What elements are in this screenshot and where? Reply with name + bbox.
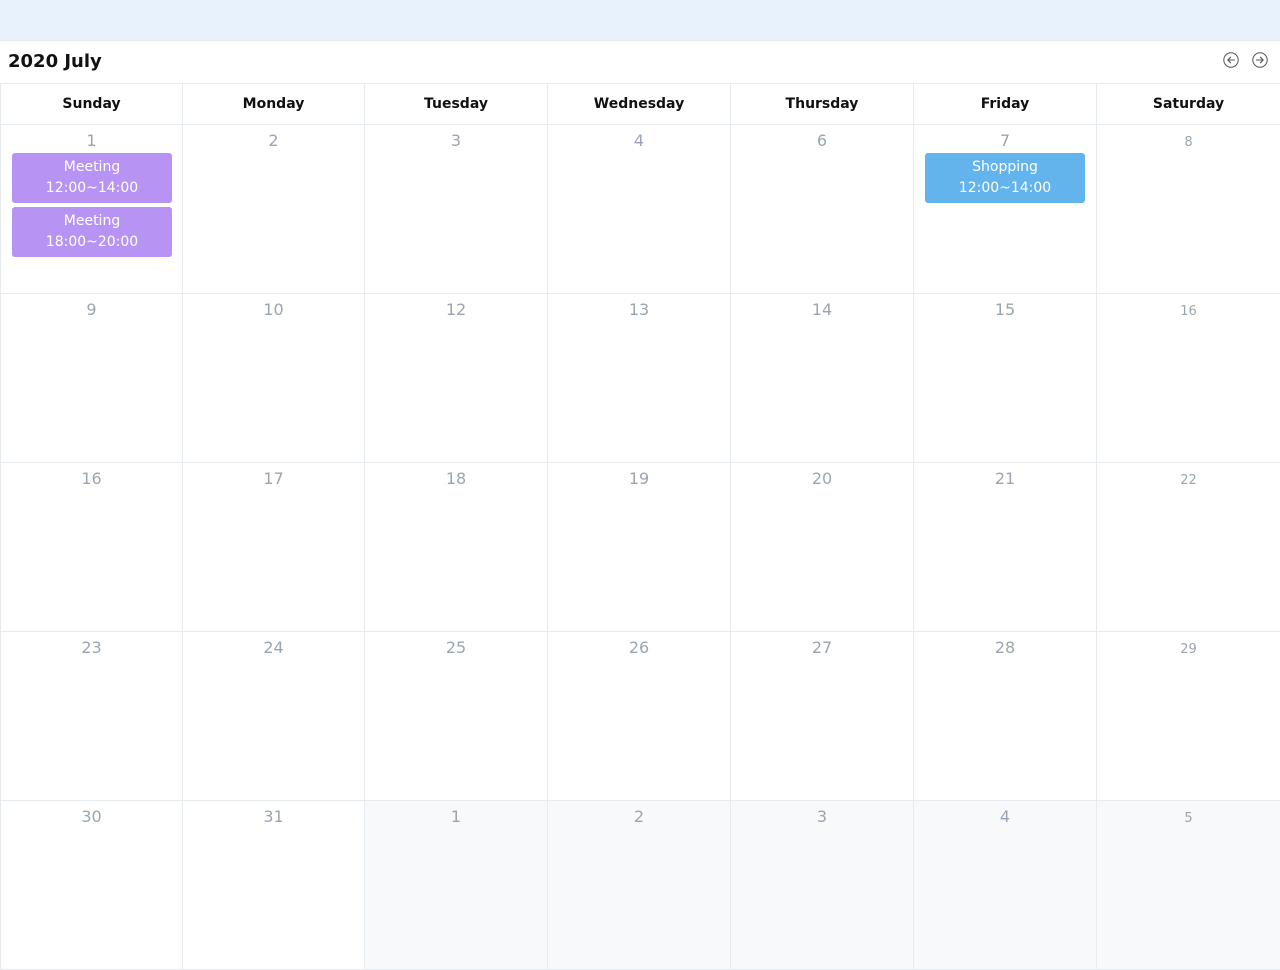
day-cell[interactable]: 19 [547, 463, 730, 632]
day-number: 2 [633, 807, 645, 826]
day-cell[interactable]: 13 [547, 294, 730, 463]
day-cell[interactable]: 9 [0, 294, 182, 463]
day-number: 25 [445, 638, 467, 657]
day-cell[interactable]: 14 [730, 294, 913, 463]
top-bar [0, 0, 1280, 40]
day-cell[interactable]: 5 [1096, 801, 1280, 970]
day-cell[interactable]: 20 [730, 463, 913, 632]
day-number: 16 [81, 469, 102, 488]
day-number: 18 [445, 469, 467, 488]
day-number: 13 [628, 300, 650, 319]
day-cell[interactable]: 24 [182, 632, 364, 801]
day-cell[interactable]: 4 [547, 125, 730, 294]
weekday-header: Tuesday [364, 84, 547, 124]
day-cell[interactable]: 25 [364, 632, 547, 801]
day-number: 14 [811, 300, 833, 319]
day-number: 4 [633, 131, 645, 150]
day-number: 26 [628, 638, 650, 657]
event-block[interactable]: Shopping 12:00~14:00 [925, 153, 1085, 203]
day-cell[interactable]: 3 [730, 801, 913, 970]
day-number: 23 [81, 638, 102, 657]
day-cell[interactable]: 31 [182, 801, 364, 970]
day-number: 30 [81, 807, 102, 826]
arrow-right-circle-icon[interactable] [1252, 52, 1268, 68]
day-cell[interactable]: 30 [0, 801, 182, 970]
calendar: 2020 July Sunday Monday Tuesday Wednesday Th… [0, 40, 1280, 970]
day-cell[interactable]: 21 [913, 463, 1096, 632]
day-cell[interactable]: 10 [182, 294, 364, 463]
event-title: Meeting [63, 159, 121, 175]
weekday-header: Thursday [730, 84, 913, 124]
day-number: 16 [1180, 304, 1197, 319]
weekday-header: Saturday [1096, 84, 1280, 124]
day-cell[interactable]: 15 [913, 294, 1096, 463]
day-number: 10 [263, 300, 284, 319]
event-time: 18:00~20:00 [45, 234, 139, 250]
day-cell[interactable]: 4 [913, 801, 1096, 970]
day-number: 24 [263, 638, 284, 657]
day-cell[interactable]: 22 [1096, 463, 1280, 632]
day-cell[interactable]: 16 [1096, 294, 1280, 463]
day-number: 31 [263, 807, 284, 826]
event-time: 12:00~14:00 [958, 180, 1052, 196]
day-number: 1 [86, 131, 97, 150]
day-cell[interactable]: 6 [730, 125, 913, 294]
day-cell[interactable]: 16 [0, 463, 182, 632]
day-number: 6 [816, 131, 828, 150]
day-number: 29 [1180, 642, 1197, 657]
day-number: 4 [999, 807, 1011, 826]
arrow-left-circle-icon[interactable] [1223, 52, 1239, 68]
weekday-header: Wednesday [547, 84, 730, 124]
day-cell[interactable]: 8 [1096, 125, 1280, 294]
day-cell[interactable]: 29 [1096, 632, 1280, 801]
event-time: 12:00~14:00 [45, 180, 139, 196]
day-number: 27 [811, 638, 833, 657]
event-title: Meeting [63, 213, 121, 229]
day-number: 1 [450, 807, 462, 826]
weekday-header-row: Sunday Monday Tuesday Wednesday Thursday Frid… [0, 84, 1280, 125]
day-number: 17 [263, 469, 284, 488]
day-cell[interactable]: 26 [547, 632, 730, 801]
weekday-header: Friday [913, 84, 1096, 124]
day-cell[interactable]: 28 [913, 632, 1096, 801]
day-number: 28 [994, 638, 1016, 657]
day-number: 19 [628, 469, 650, 488]
day-cell[interactable]: 1 Meeting 12:00~14:00 Meeting 18:00~20:00 [0, 125, 182, 294]
day-number: 7 [999, 131, 1011, 150]
day-number: 8 [1184, 135, 1193, 150]
day-cell[interactable]: 2 [547, 801, 730, 970]
day-cell[interactable]: 2 [182, 125, 364, 294]
day-number: 5 [1184, 811, 1193, 826]
day-cell[interactable]: 23 [0, 632, 182, 801]
day-number: 20 [811, 469, 833, 488]
day-cell[interactable]: 18 [364, 463, 547, 632]
day-number: 22 [1180, 473, 1197, 488]
day-number: 3 [816, 807, 828, 826]
calendar-header: 2020 July [0, 41, 1280, 84]
day-number: 3 [450, 131, 462, 150]
event-block[interactable]: Meeting 12:00~14:00 [12, 153, 172, 203]
day-number: 12 [445, 300, 467, 319]
day-number: 2 [268, 131, 279, 150]
day-cell[interactable]: 1 [364, 801, 547, 970]
calendar-title: 2020 July [8, 51, 102, 72]
day-number: 15 [994, 300, 1016, 319]
day-number: 9 [86, 300, 97, 319]
weekday-header: Sunday [0, 84, 182, 124]
day-cell[interactable]: 17 [182, 463, 364, 632]
day-cell[interactable]: 27 [730, 632, 913, 801]
day-number: 21 [994, 469, 1016, 488]
day-cell[interactable]: 12 [364, 294, 547, 463]
event-title: Shopping [972, 159, 1038, 175]
event-block[interactable]: Meeting 18:00~20:00 [12, 207, 172, 257]
day-cell[interactable]: 7 Shopping 12:00~14:00 [913, 125, 1096, 294]
day-cell[interactable]: 3 [364, 125, 547, 294]
weekday-header: Monday [182, 84, 364, 124]
